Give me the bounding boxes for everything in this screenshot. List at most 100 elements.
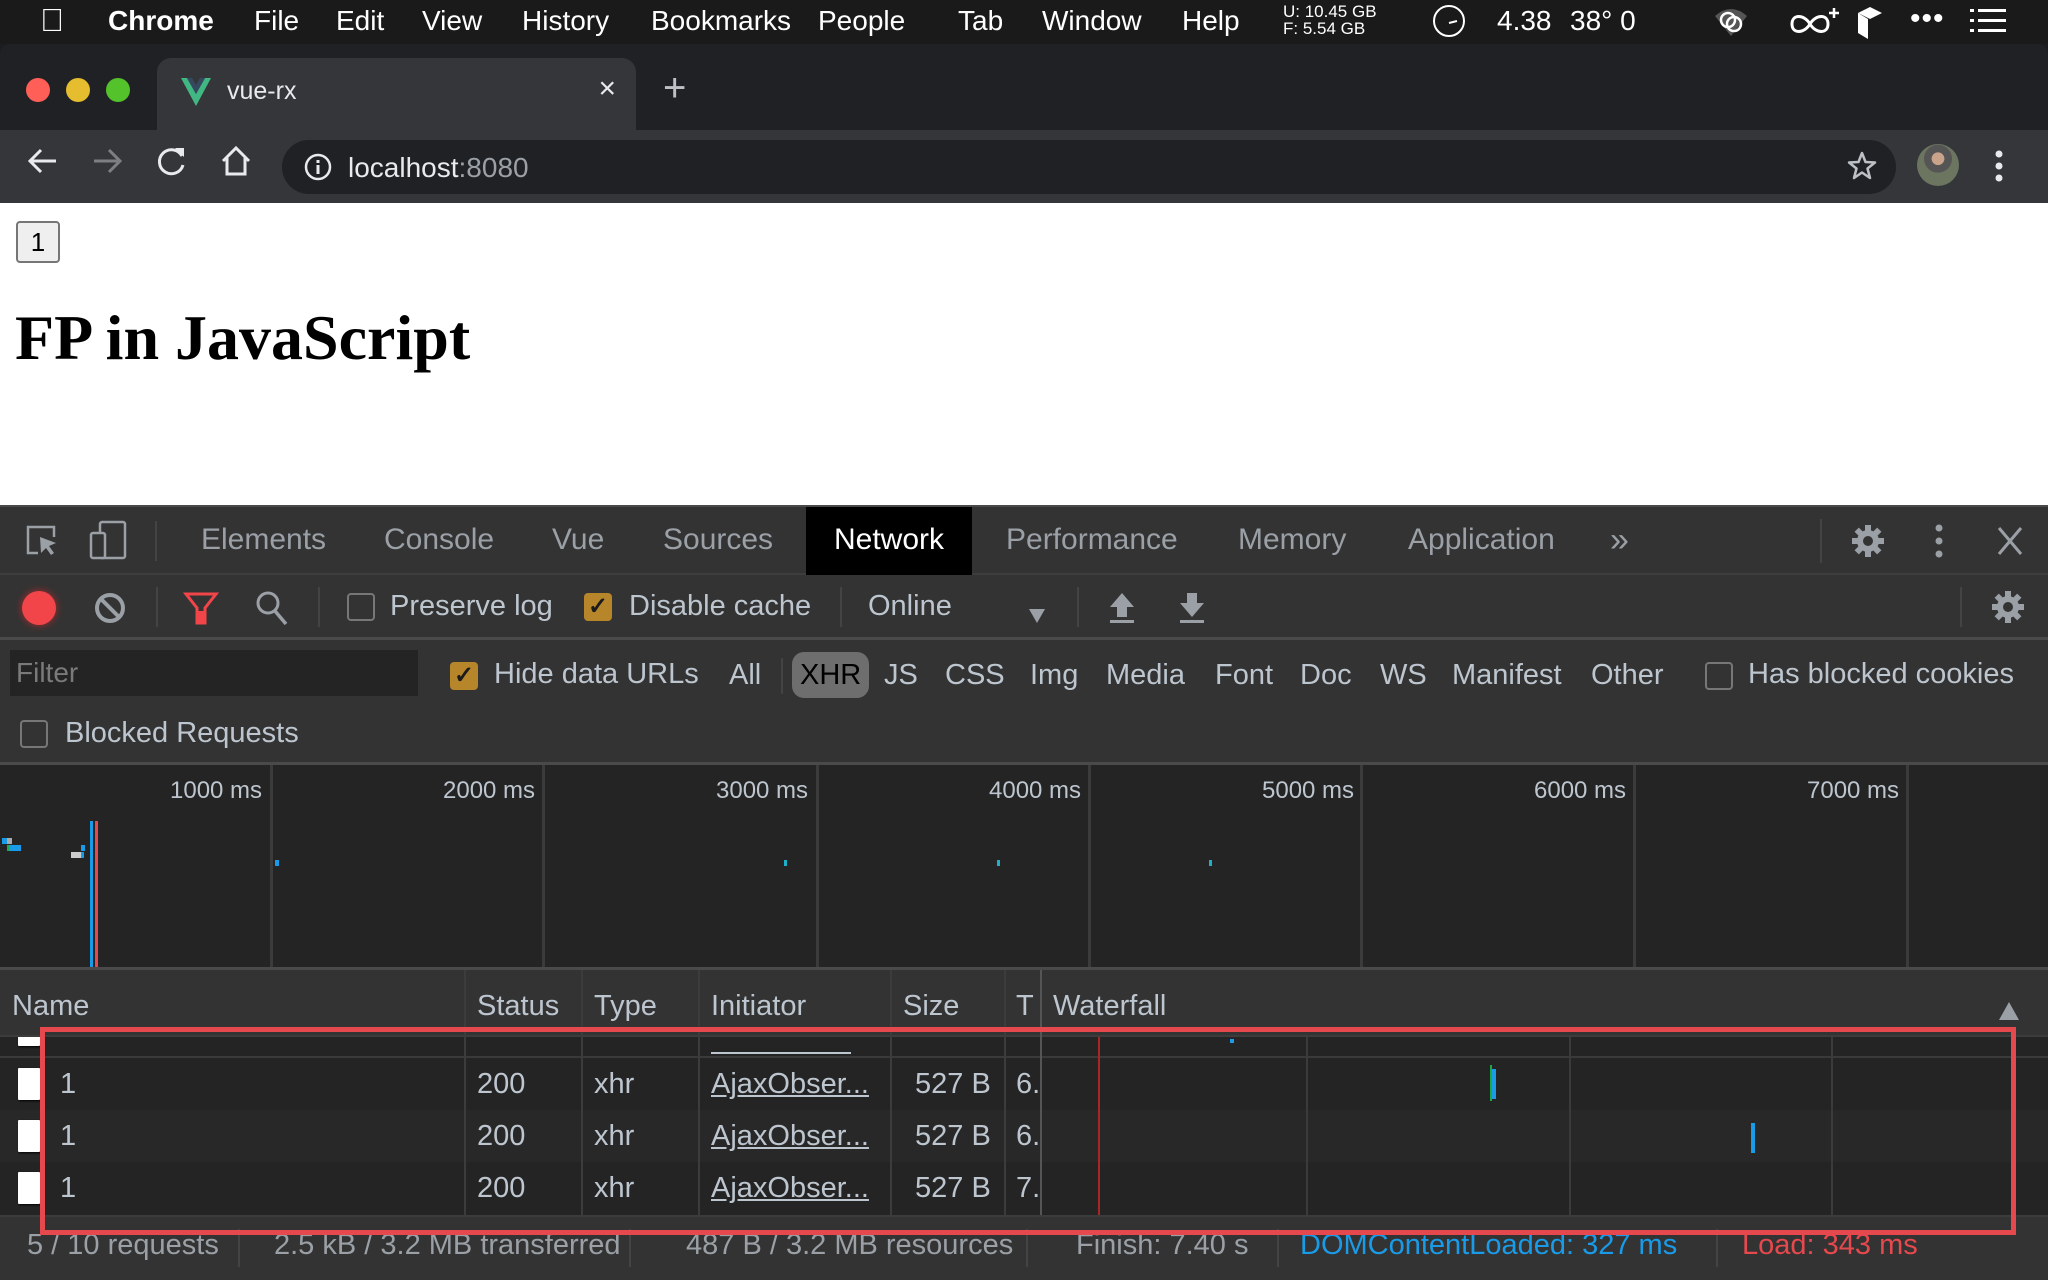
tab-console[interactable]: Console	[384, 507, 494, 575]
close-window-button[interactable]	[26, 78, 50, 102]
tab-memory[interactable]: Memory	[1238, 507, 1346, 575]
hide-data-urls-checkbox[interactable]: ✓	[450, 662, 478, 690]
column-header-name[interactable]: Name	[12, 970, 89, 1038]
clear-icon[interactable]	[93, 591, 127, 633]
column-header-time[interactable]: T	[1016, 970, 1034, 1038]
counter-button[interactable]: 1	[16, 221, 60, 263]
forward-button[interactable]	[90, 144, 124, 187]
tab-close-icon[interactable]: ×	[598, 72, 616, 106]
cell-name[interactable]: 1	[60, 1058, 76, 1110]
type-filter-js[interactable]: JS	[884, 652, 918, 698]
site-info-icon[interactable]	[304, 153, 332, 186]
devtools-menu-icon[interactable]	[1934, 523, 1944, 567]
search-icon[interactable]	[254, 589, 290, 635]
hide-data-urls-label[interactable]: Hide data URLs	[494, 658, 699, 691]
box-icon[interactable]	[1856, 5, 1884, 46]
tab-network[interactable]: Network	[806, 507, 973, 575]
throttling-select[interactable]: Online	[868, 585, 1048, 629]
export-har-icon[interactable]	[1178, 591, 1206, 633]
type-filter-manifest[interactable]: Manifest	[1452, 652, 1562, 698]
tab-application[interactable]: Application	[1408, 507, 1555, 575]
memory-stats[interactable]: U: 10.45 GB F: 5.54 GB	[1283, 3, 1377, 37]
menu-people[interactable]: People	[818, 5, 905, 37]
menu-window[interactable]: Window	[1042, 5, 1142, 37]
menu-history[interactable]: History	[522, 5, 609, 37]
menu-file[interactable]: File	[254, 5, 299, 37]
type-filter-xhr[interactable]: XHR	[792, 652, 870, 698]
home-button[interactable]	[219, 144, 253, 187]
new-tab-button[interactable]: +	[663, 68, 686, 108]
network-settings-icon[interactable]	[1990, 589, 2026, 633]
column-header-size[interactable]: Size	[903, 970, 959, 1038]
cell-initiator-link[interactable]: AjaxObser...	[711, 1058, 869, 1110]
type-filter-img[interactable]: Img	[1030, 652, 1078, 698]
table-row[interactable]: 1 200 xhr AjaxObser... 527 B 6.	[0, 1110, 2048, 1162]
device-toolbar-icon[interactable]	[88, 519, 128, 569]
maximize-window-button[interactable]	[106, 78, 130, 102]
address-bar[interactable]: localhost:8080	[282, 140, 1896, 194]
cell-initiator-link[interactable]: AjaxObser...	[711, 1162, 869, 1214]
cell-name[interactable]: 1	[60, 1162, 76, 1214]
minimize-window-button[interactable]	[66, 78, 90, 102]
reload-button[interactable]	[155, 144, 189, 187]
type-filter-media[interactable]: Media	[1106, 652, 1185, 698]
cpu-load[interactable]: 4.38	[1497, 5, 1552, 37]
temperature[interactable]: 38° 0	[1570, 5, 1636, 37]
disable-cache-label[interactable]: Disable cache	[629, 590, 811, 623]
has-blocked-cookies-label[interactable]: Has blocked cookies	[1748, 658, 2014, 691]
inspect-element-icon[interactable]	[24, 523, 60, 567]
cell-name[interactable]: 1	[60, 1110, 76, 1162]
column-header-status[interactable]: Status	[477, 970, 559, 1038]
devtools-settings-icon[interactable]	[1850, 523, 1886, 567]
browser-tab[interactable]: vue-rx ×	[157, 58, 636, 130]
tab-sources[interactable]: Sources	[663, 507, 773, 575]
cell-initiator-link[interactable]: AjaxObser...	[711, 1110, 869, 1162]
menu-view[interactable]: View	[422, 5, 482, 37]
preserve-log-checkbox[interactable]	[347, 593, 375, 621]
menu-bookmarks[interactable]: Bookmarks	[651, 5, 791, 37]
chrome-menu-icon[interactable]	[1993, 148, 2005, 189]
network-overview-timeline[interactable]: 1000 ms 2000 ms 3000 ms 4000 ms 5000 ms …	[0, 765, 2048, 967]
menu-app-name[interactable]: Chrome	[108, 5, 214, 37]
type-filter-css[interactable]: CSS	[945, 652, 1005, 698]
tab-vue[interactable]: Vue	[552, 507, 604, 575]
column-header-initiator[interactable]: Initiator	[711, 970, 806, 1038]
blocked-requests-label[interactable]: Blocked Requests	[65, 717, 299, 750]
type-filter-ws[interactable]: WS	[1380, 652, 1427, 698]
close-devtools-icon[interactable]	[1996, 525, 2024, 565]
disable-cache-checkbox[interactable]: ✓	[584, 593, 612, 621]
type-filter-other[interactable]: Other	[1591, 652, 1664, 698]
sort-ascending-icon[interactable]	[1998, 996, 2020, 1029]
type-filter-all[interactable]: All	[729, 652, 761, 698]
infinity-plus-icon[interactable]	[1786, 4, 1842, 45]
type-filter-font[interactable]: Font	[1215, 652, 1273, 698]
type-filter-doc[interactable]: Doc	[1300, 652, 1352, 698]
column-header-waterfall[interactable]: Waterfall	[1053, 970, 1166, 1038]
menu-help[interactable]: Help	[1182, 5, 1240, 37]
apple-icon[interactable]: 	[40, 2, 64, 39]
profile-avatar[interactable]	[1917, 144, 1959, 186]
table-row[interactable]: 1 200 xhr AjaxObser... 527 B 6.	[0, 1058, 2048, 1110]
url-text[interactable]: localhost:8080	[348, 152, 529, 184]
has-blocked-cookies-checkbox[interactable]	[1705, 662, 1733, 690]
more-tabs-button[interactable]: »	[1610, 507, 1629, 575]
menu-edit[interactable]: Edit	[336, 5, 384, 37]
filter-icon[interactable]	[182, 591, 220, 633]
import-har-icon[interactable]	[1108, 591, 1136, 633]
bookmark-star-icon[interactable]	[1846, 150, 1878, 187]
list-icon[interactable]	[1970, 8, 2006, 41]
table-row[interactable]: 1 200 xhr AjaxObser... 527 B 7.	[0, 1162, 2048, 1214]
column-header-type[interactable]: Type	[594, 970, 657, 1038]
tab-performance[interactable]: Performance	[1006, 507, 1178, 575]
back-button[interactable]	[26, 144, 60, 187]
preserve-log-label[interactable]: Preserve log	[390, 590, 553, 623]
blocked-requests-checkbox[interactable]	[20, 720, 48, 748]
menu-tab[interactable]: Tab	[958, 5, 1003, 37]
filter-input[interactable]	[10, 650, 418, 696]
table-row-partial[interactable]	[0, 1037, 2048, 1056]
clock-icon[interactable]	[1432, 4, 1466, 45]
cloud-link-icon[interactable]	[1712, 6, 1750, 45]
tab-elements[interactable]: Elements	[201, 507, 326, 575]
more-icon[interactable]: •••	[1910, 2, 1945, 36]
record-button[interactable]	[22, 591, 56, 625]
